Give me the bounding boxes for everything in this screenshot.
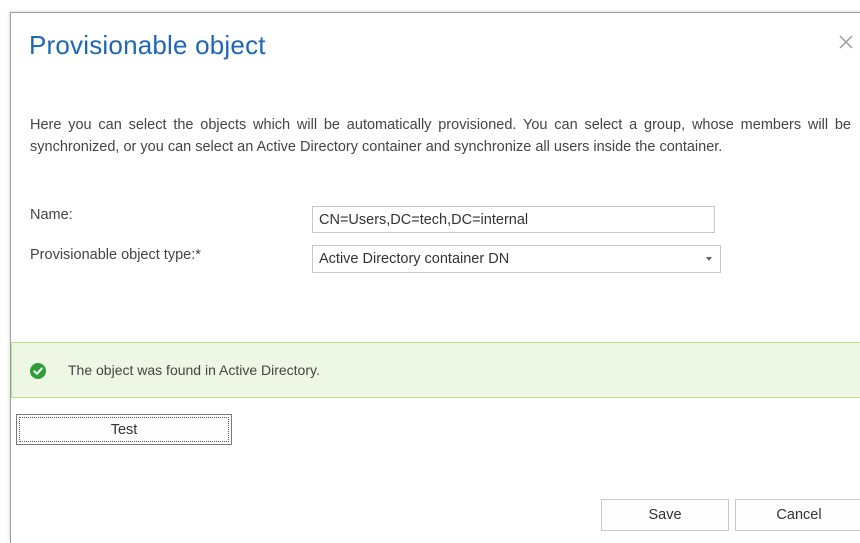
alert-message: The object was found in Active Directory… — [68, 362, 320, 378]
object-type-label: Provisionable object type:* — [30, 247, 201, 263]
name-label: Name: — [30, 207, 73, 223]
provisionable-object-dialog: Provisionable object Here you can select… — [10, 12, 860, 543]
close-icon[interactable] — [837, 33, 855, 51]
test-button[interactable]: Test — [16, 414, 232, 445]
dialog-title: Provisionable object — [29, 30, 266, 61]
success-alert: The object was found in Active Directory… — [11, 342, 860, 398]
check-circle-icon — [30, 363, 46, 379]
name-input[interactable] — [312, 206, 715, 233]
save-button[interactable]: Save — [601, 499, 729, 531]
object-type-select[interactable]: Active Directory container DN — [312, 245, 721, 273]
dialog-description: Here you can select the objects which wi… — [30, 114, 851, 158]
object-type-selected-value: Active Directory container DN — [319, 251, 509, 267]
cancel-button[interactable]: Cancel — [735, 499, 860, 531]
dropdown-arrow-icon — [706, 257, 712, 261]
